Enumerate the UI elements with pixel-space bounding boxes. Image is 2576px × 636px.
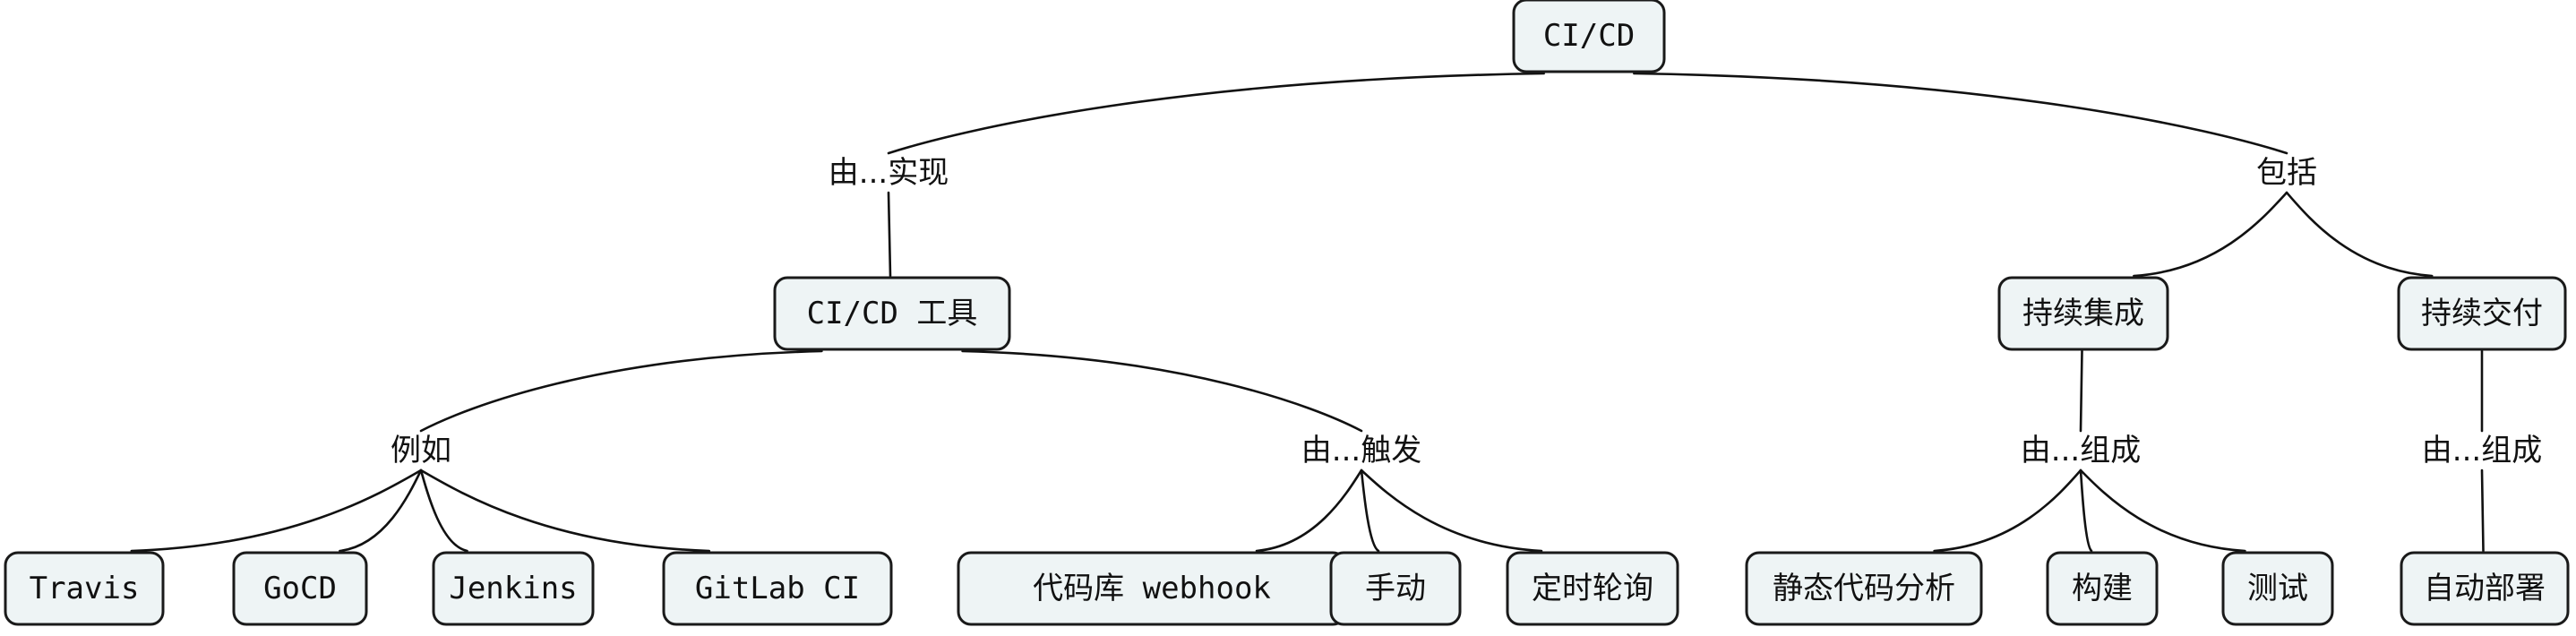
node-scheduled-polling-text: 定时轮询 [1532, 571, 1653, 606]
node-auto-deploy-text: 自动部署 [2424, 571, 2546, 606]
edge-ci_compose-static [1933, 468, 2082, 553]
node-auto-deploy[interactable]: 自动部署 [2400, 551, 2570, 626]
label-for-example: 例如 [391, 433, 451, 468]
node-gocd[interactable]: GoCD [232, 551, 368, 626]
node-travis-text: Travis [30, 571, 140, 606]
node-build[interactable]: 构建 [2046, 551, 2159, 626]
edge-trigger-webhook [1255, 468, 1363, 553]
edge-trigger-timer [1360, 468, 1543, 553]
edge-ci_compose-build [2079, 468, 2093, 553]
edge-root-includes [1633, 72, 2288, 155]
label-includes-text: 包括 [2256, 155, 2317, 191]
concept-map: 由...实现 包括 例如 由...触发 由...组成 由...组成 CI/CD … [4, 0, 2570, 626]
node-manual[interactable]: 手动 [1329, 551, 1462, 626]
label-ci-composed-of-text: 由...组成 [2021, 433, 2141, 468]
label-implemented-by-text: 由...实现 [829, 155, 949, 191]
edge-ci_compose-test [2079, 468, 2246, 553]
node-static-analysis-text: 静态代码分析 [1773, 571, 1955, 606]
edge-includes-cd [2285, 191, 2434, 278]
node-build-text: 构建 [2072, 571, 2133, 606]
label-cd-composed-of-text: 由...组成 [2422, 433, 2542, 468]
node-repo-webhook[interactable]: 代码库 webhook [957, 551, 1347, 626]
label-ci-composed-of: 由...组成 [2021, 433, 2141, 468]
edge-includes-ci [2133, 191, 2288, 278]
node-manual-text: 手动 [1365, 571, 1426, 606]
node-continuous-integration-text: 持续集成 [2022, 296, 2144, 331]
node-cicd[interactable]: CI/CD [1512, 0, 1666, 73]
node-travis[interactable]: Travis [4, 551, 165, 626]
edge-example-gocd [339, 468, 423, 553]
node-static-analysis[interactable]: 静态代码分析 [1745, 551, 1983, 626]
node-cicd-tools-text: CI/CD 工具 [807, 296, 978, 331]
node-gitlab-ci[interactable]: GitLab CI [662, 551, 893, 626]
node-cicd-tools[interactable]: CI/CD 工具 [773, 276, 1011, 351]
edge-tools-trigger [961, 349, 1363, 433]
label-triggered-by: 由...触发 [1301, 433, 1421, 468]
edge-impl-tools [887, 191, 892, 278]
edge-cd_compose-deploy [2480, 468, 2485, 553]
node-jenkins-text: Jenkins [449, 571, 577, 606]
label-cd-composed-of: 由...组成 [2422, 433, 2542, 468]
edge-example-travis [130, 468, 423, 553]
edge-ci-ci_compose [2079, 349, 2083, 433]
node-scheduled-polling[interactable]: 定时轮询 [1506, 551, 1679, 626]
node-repo-webhook-text: 代码库 webhook [1033, 571, 1271, 606]
edge-root-impl [887, 72, 1545, 155]
edge-tools-example [419, 349, 823, 433]
label-includes: 包括 [2256, 155, 2317, 191]
node-continuous-integration[interactable]: 持续集成 [1997, 276, 2169, 351]
label-for-example-text: 例如 [391, 433, 451, 468]
node-jenkins[interactable]: Jenkins [432, 551, 595, 626]
label-triggered-by-text: 由...触发 [1301, 433, 1421, 468]
node-cicd-text: CI/CD [1543, 18, 1635, 54]
node-test-text: 测试 [2247, 571, 2308, 606]
node-test[interactable]: 测试 [2221, 551, 2334, 626]
label-implemented-by: 由...实现 [829, 155, 949, 191]
node-gocd-text: GoCD [263, 571, 337, 606]
edge-example-gitlab [419, 468, 711, 553]
node-continuous-delivery[interactable]: 持续交付 [2397, 276, 2567, 351]
node-gitlab-ci-text: GitLab CI [695, 571, 860, 606]
node-continuous-delivery-text: 持续交付 [2421, 296, 2543, 331]
